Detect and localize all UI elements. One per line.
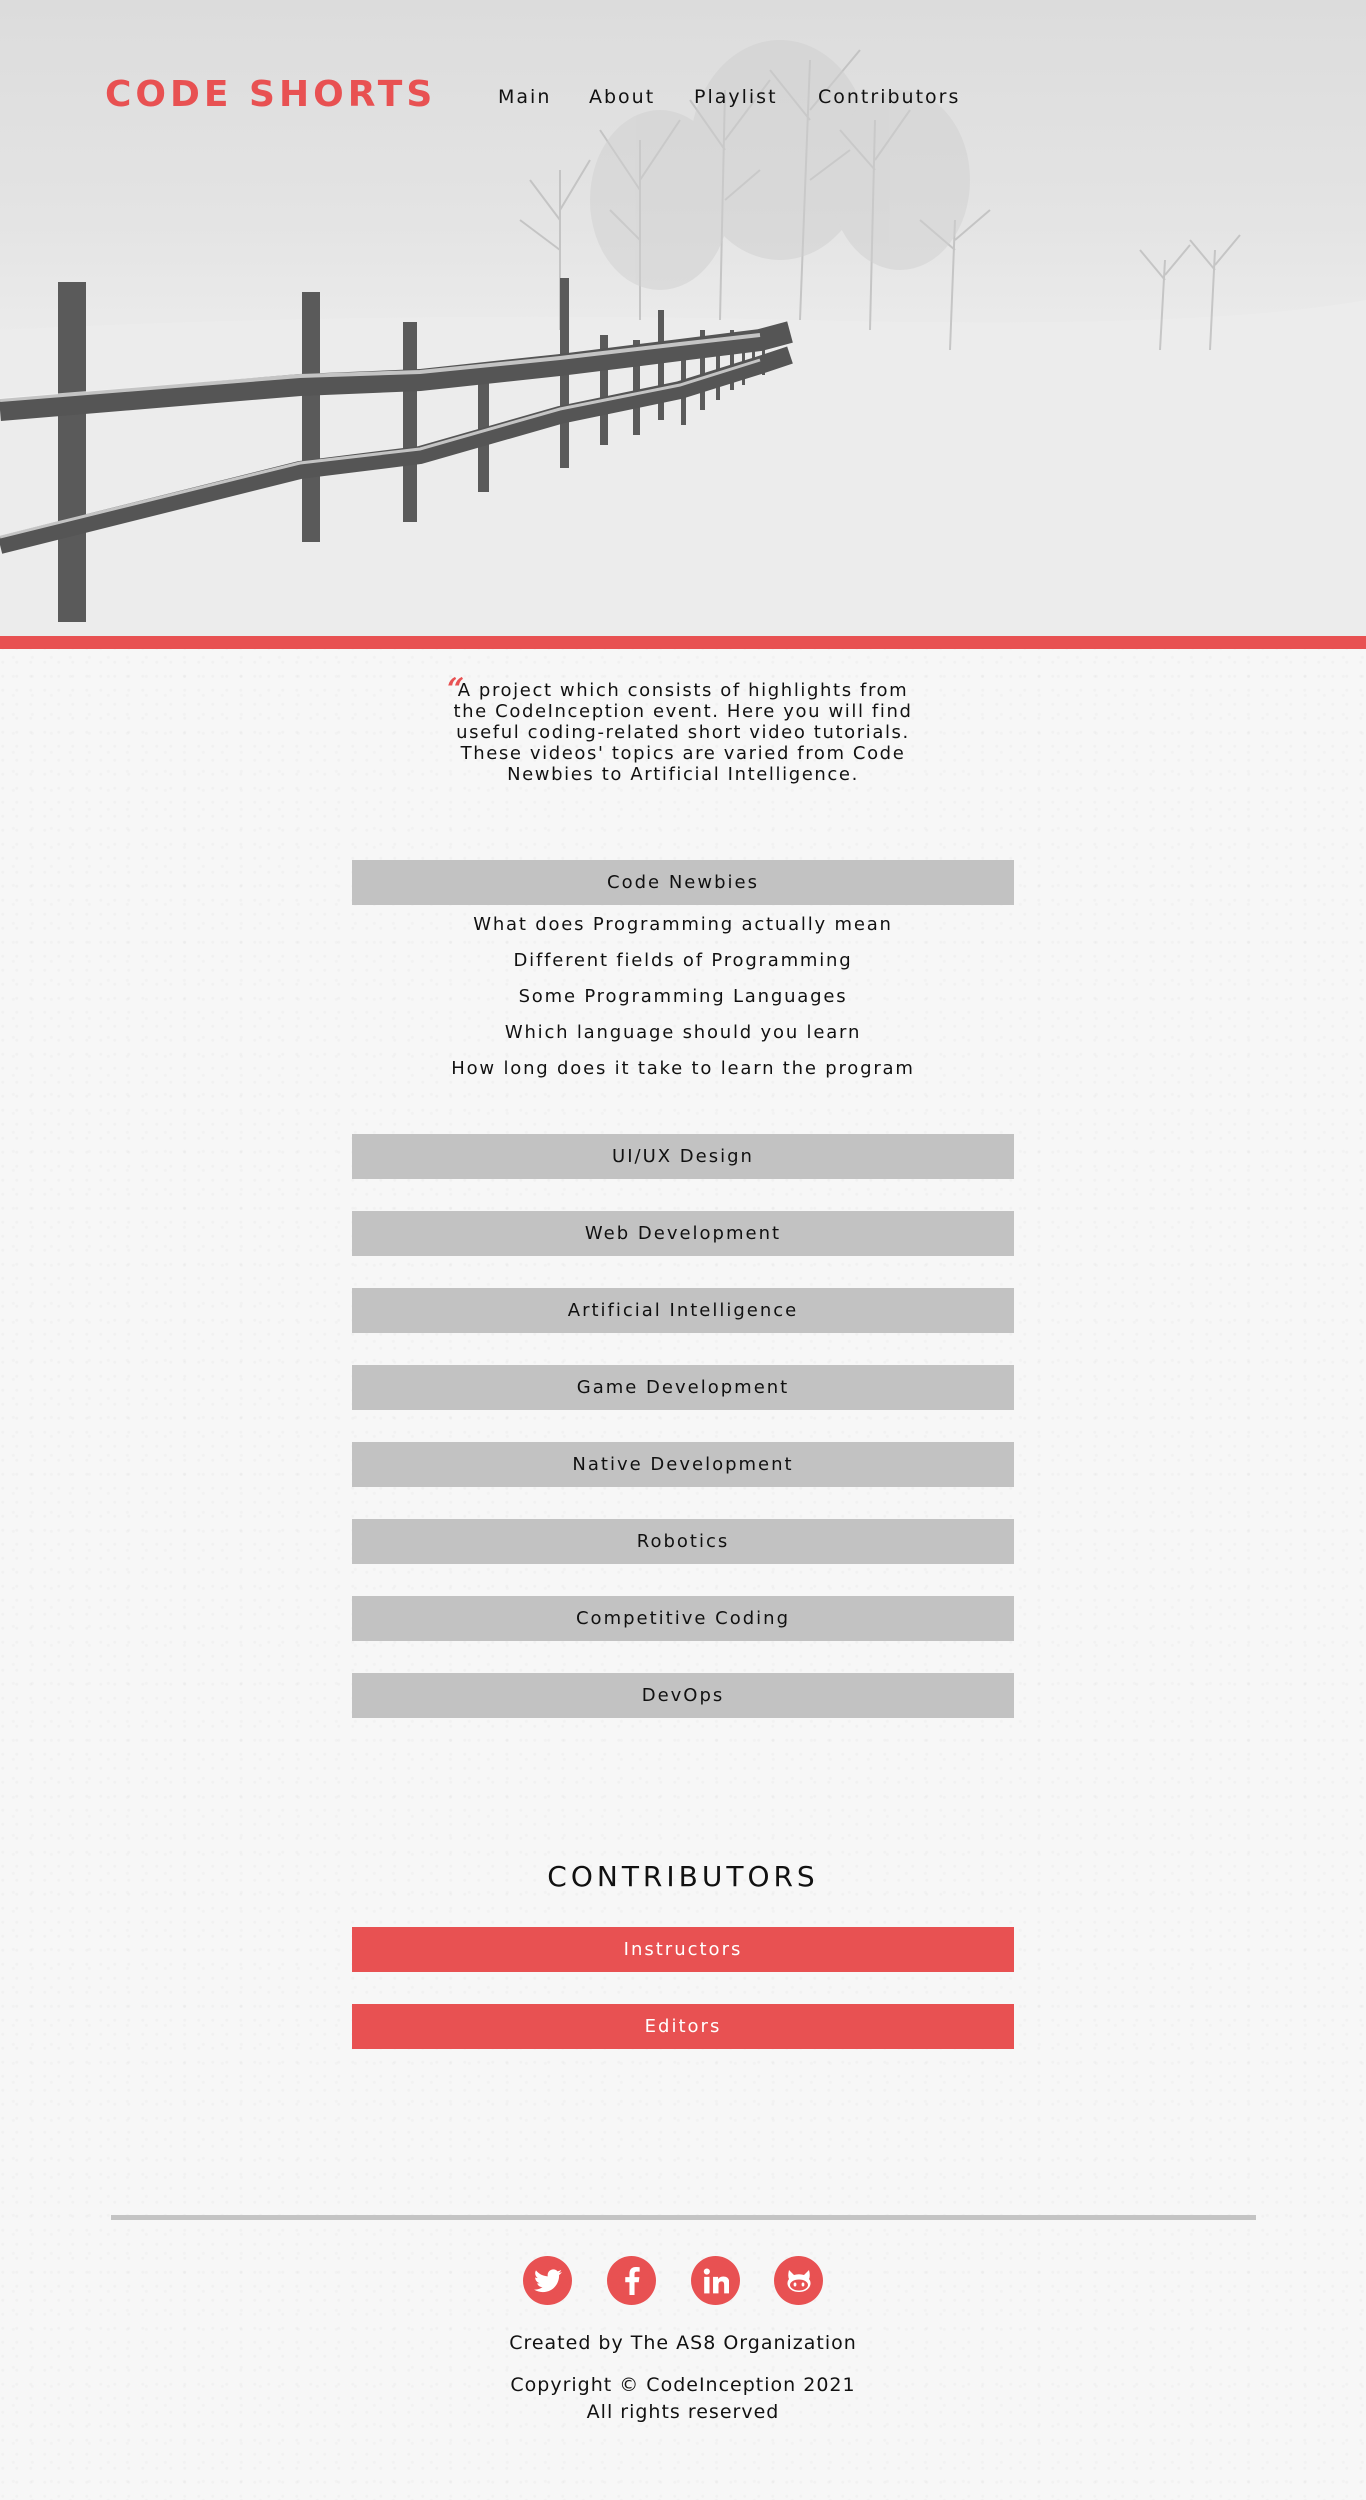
intro-line: A project which consists of highlights f… bbox=[457, 680, 909, 701]
linkedin-icon[interactable] bbox=[691, 2256, 740, 2305]
rights-text: All rights reserved bbox=[586, 2401, 780, 2423]
nav-main[interactable]: Main bbox=[498, 86, 551, 108]
copyright-text: Copyright © CodeInception 2021 bbox=[510, 2374, 856, 2396]
hero-accent-bar bbox=[0, 636, 1366, 649]
category-devops[interactable]: DevOps bbox=[352, 1673, 1014, 1718]
list-item[interactable]: How long does it take to learn the progr… bbox=[352, 1058, 1014, 1079]
intro-line: the CodeInception event. Here you will f… bbox=[453, 701, 913, 722]
intro-quote: A project which consists of highlights f… bbox=[450, 680, 916, 785]
category-code-newbies[interactable]: Code Newbies bbox=[352, 860, 1014, 905]
list-item[interactable]: Which language should you learn bbox=[352, 1022, 1014, 1043]
editors-button[interactable]: Editors bbox=[352, 2004, 1014, 2049]
category-competitive-coding[interactable]: Competitive Coding bbox=[352, 1596, 1014, 1641]
category-native-development[interactable]: Native Development bbox=[352, 1442, 1014, 1487]
footer-divider bbox=[111, 2215, 1256, 2220]
intro-line: useful coding-related short video tutori… bbox=[456, 722, 910, 743]
category-ui-ux-design[interactable]: UI/UX Design bbox=[352, 1134, 1014, 1179]
list-item[interactable]: What does Programming actually mean bbox=[352, 914, 1014, 935]
category-game-development[interactable]: Game Development bbox=[352, 1365, 1014, 1410]
created-by-text: Created by The AS8 Organization bbox=[509, 2332, 857, 2354]
facebook-icon[interactable] bbox=[607, 2256, 656, 2305]
contributors-title: CONTRIBUTORS bbox=[547, 1860, 819, 1893]
intro-line: These videos' topics are varied from Cod… bbox=[460, 743, 906, 764]
intro-line: Newbies to Artificial Intelligence. bbox=[507, 764, 859, 785]
main-nav: Main About Playlist Contributors bbox=[0, 86, 1366, 116]
category-artificial-intelligence[interactable]: Artificial Intelligence bbox=[352, 1288, 1014, 1333]
instructors-button[interactable]: Instructors bbox=[352, 1927, 1014, 1972]
twitter-icon[interactable] bbox=[523, 2256, 572, 2305]
nav-contributors[interactable]: Contributors bbox=[818, 86, 960, 108]
nav-playlist[interactable]: Playlist bbox=[694, 86, 778, 108]
nav-about[interactable]: About bbox=[589, 86, 655, 108]
list-item[interactable]: Some Programming Languages bbox=[352, 986, 1014, 1007]
list-item[interactable]: Different fields of Programming bbox=[352, 950, 1014, 971]
category-web-development[interactable]: Web Development bbox=[352, 1211, 1014, 1256]
hero-banner: CODE SHORTS Main About Playlist Contribu… bbox=[0, 0, 1366, 636]
github-icon[interactable] bbox=[774, 2256, 823, 2305]
category-robotics[interactable]: Robotics bbox=[352, 1519, 1014, 1564]
